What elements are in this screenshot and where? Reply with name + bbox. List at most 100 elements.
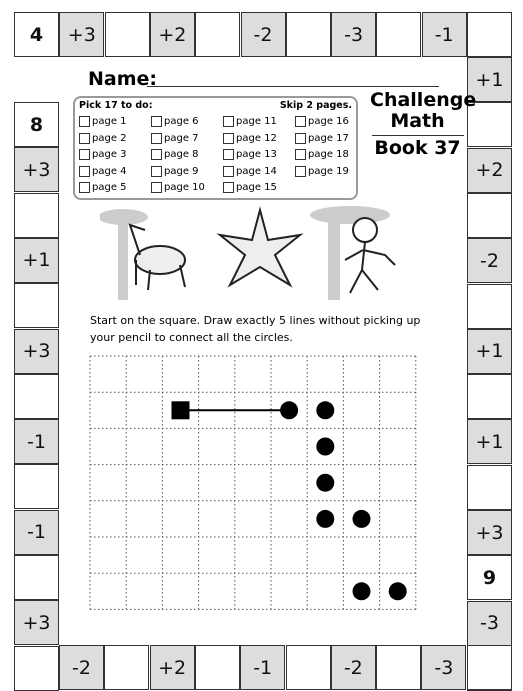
page-label: page 9 (164, 165, 199, 177)
page-label: page 12 (236, 132, 277, 144)
book-number: Book 37 (374, 137, 461, 159)
checkbox[interactable] (79, 165, 90, 177)
page-checkbox-item[interactable]: page 7 (151, 132, 199, 144)
page-checkbox-item[interactable]: page 12 (223, 132, 277, 144)
title-line-2: Math (390, 110, 445, 132)
page-checkbox-item[interactable]: page 16 (295, 116, 349, 127)
board-space (467, 192, 512, 238)
board-space (285, 12, 331, 57)
page-label: page 15 (236, 182, 277, 193)
board-space: +3 (14, 147, 59, 193)
page-checkbox-item[interactable]: page 9 (151, 165, 199, 177)
checkbox[interactable] (223, 182, 234, 193)
page-checkbox-item[interactable]: page 1 (79, 116, 127, 127)
board-space: -1 (14, 509, 59, 555)
page-checkbox-item[interactable]: page 11 (223, 116, 277, 127)
board-space: -3 (421, 645, 467, 690)
checkbox[interactable] (295, 149, 306, 160)
page-checkbox-item[interactable]: page 19 (295, 165, 349, 177)
checkbox[interactable] (151, 149, 162, 160)
page-label: page 4 (92, 165, 127, 177)
board-space (467, 374, 512, 420)
puzzle-circle (316, 509, 335, 528)
checkbox[interactable] (223, 116, 234, 127)
name-field-line[interactable] (147, 86, 439, 87)
checkbox[interactable] (151, 132, 162, 144)
board-space (14, 555, 59, 600)
checkbox[interactable] (223, 149, 234, 160)
star-pinata-icon (216, 206, 304, 288)
page-label: page 10 (164, 182, 205, 193)
page-label: page 5 (92, 182, 127, 193)
checkbox[interactable] (151, 182, 162, 193)
checkbox[interactable] (151, 165, 162, 177)
page-checkbox-item[interactable]: page 14 (223, 165, 277, 177)
page-checkbox-item[interactable]: page 10 (151, 182, 205, 193)
checkbox[interactable] (295, 132, 306, 144)
board-space: -2 (59, 645, 104, 690)
board-space: -2 (467, 238, 512, 284)
board-space: +1 (467, 419, 512, 465)
checkbox[interactable] (79, 182, 90, 193)
board-space: +2 (467, 147, 512, 193)
page-label: page 13 (236, 149, 277, 160)
checkbox[interactable] (151, 116, 162, 127)
page-checkbox-item[interactable]: page 6 (151, 116, 199, 127)
board-space: -1 (240, 645, 286, 690)
page-checkbox-item[interactable]: page 3 (79, 149, 127, 160)
board-space: 9 (467, 555, 512, 601)
board-space (376, 645, 422, 690)
page-label: page 17 (308, 132, 349, 144)
page-label: page 18 (308, 149, 349, 160)
page-checkbox-item[interactable]: page 15 (223, 182, 277, 193)
puzzle-circle (316, 437, 335, 456)
page-checkbox-item[interactable]: page 4 (79, 165, 127, 177)
board-space (104, 12, 150, 57)
page-checkbox-item[interactable]: page 17 (295, 132, 349, 144)
board-space: -2 (330, 645, 376, 690)
page-label: page 19 (308, 165, 349, 177)
page-label: page 2 (92, 132, 127, 144)
page-label: page 14 (236, 165, 277, 177)
board-space: 8 (14, 102, 59, 147)
page-checkbox-item[interactable]: page 18 (295, 149, 349, 160)
checkbox[interactable] (295, 116, 306, 127)
checkbox[interactable] (79, 132, 90, 144)
board-space (14, 283, 59, 329)
puzzle-circle (352, 509, 371, 528)
board-space: 4 (14, 12, 59, 57)
checkbox[interactable] (79, 149, 90, 160)
title-line-1: Challenge (370, 89, 477, 111)
board-space: -2 (240, 12, 286, 57)
board-space (194, 645, 240, 690)
board-space (14, 373, 59, 419)
dot-puzzle-grid[interactable] (89, 355, 419, 611)
worksheet-title: Challenge Math (370, 89, 477, 132)
checkbox[interactable] (79, 116, 90, 127)
page-checkbox-item[interactable]: page 2 (79, 132, 127, 144)
donkey-pinata-icon (128, 223, 186, 291)
board-space (14, 192, 59, 238)
board-space (195, 12, 241, 57)
board-space (467, 464, 512, 510)
checklist-skip-note: Skip 2 pages. (279, 100, 352, 111)
page-label: page 8 (164, 149, 199, 160)
puzzle-circle (280, 401, 299, 420)
board-space: +3 (467, 510, 512, 555)
board-space: +3 (14, 600, 59, 646)
page-label: page 1 (92, 116, 127, 127)
checkbox[interactable] (223, 132, 234, 144)
page-checkbox-item[interactable]: page 13 (223, 149, 277, 160)
board-space (285, 645, 331, 690)
puzzle-circle (388, 582, 407, 601)
board-space: -3 (331, 12, 377, 57)
page-checkbox-item[interactable]: page 5 (79, 182, 127, 193)
checkbox[interactable] (223, 165, 234, 177)
start-square (171, 401, 190, 420)
page-checkbox-item[interactable]: page 8 (151, 149, 199, 160)
page-label: page 11 (236, 116, 277, 127)
page-label: page 16 (308, 116, 349, 127)
board-space: -3 (467, 600, 512, 646)
checkbox[interactable] (295, 165, 306, 177)
puzzle-circle (316, 473, 335, 492)
